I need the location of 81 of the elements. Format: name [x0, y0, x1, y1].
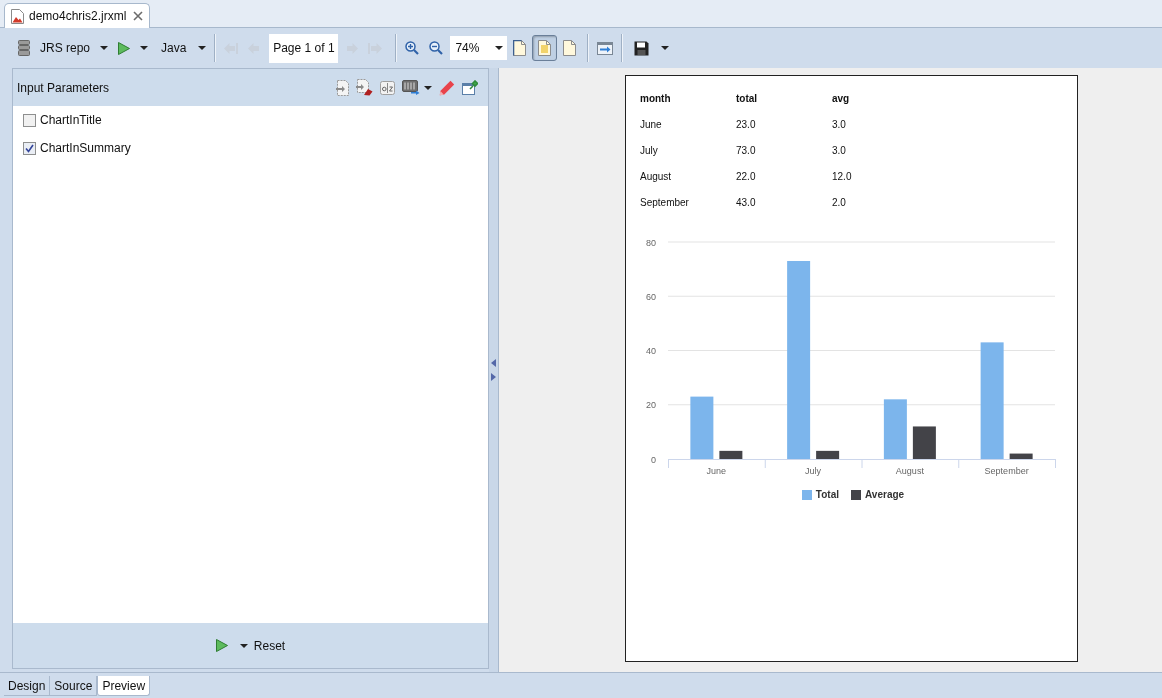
page-icon: [513, 40, 527, 56]
column-header: total: [736, 92, 758, 104]
table-cell: 2.0: [832, 196, 846, 208]
page-eraser-icon: [356, 79, 373, 96]
edit-button[interactable]: [437, 78, 457, 97]
axis-category-label: July: [805, 465, 822, 476]
axis-category-label: August: [895, 465, 924, 476]
close-icon[interactable]: [133, 11, 144, 21]
table-cell: 43.0: [736, 196, 756, 208]
editor-tab[interactable]: demo4chris2.jrxml: [4, 3, 151, 28]
table-cell: 73.0: [736, 144, 756, 156]
sort-button[interactable]: [378, 79, 397, 96]
caret-icon: [239, 643, 248, 648]
page-arrow-icon: [336, 79, 349, 96]
checkbox-label[interactable]: ChartInTitle: [40, 113, 102, 127]
pencil-icon: [439, 79, 455, 96]
zoom-out-icon: [429, 41, 444, 55]
legend-label[interactable]: Total: [815, 489, 839, 500]
zoom-combo[interactable]: 74%: [450, 36, 508, 60]
checkmark-icon: [25, 143, 34, 153]
editor-tab-title: demo4chris2.jrxml: [29, 9, 127, 23]
editor-mode-tab[interactable]: Design: [4, 676, 51, 696]
chart-bar: [912, 426, 936, 459]
import-button[interactable]: [334, 78, 351, 97]
table-cell: July: [640, 144, 658, 156]
caret-icon: [495, 46, 504, 50]
page-icon: [563, 40, 577, 56]
page-field[interactable]: Page 1 of 1: [269, 33, 339, 63]
document-icon: [11, 8, 24, 24]
panel-title: Input Parameters: [17, 80, 110, 95]
chart-bar: [883, 399, 907, 459]
chart-bar: [719, 450, 743, 459]
clear-button[interactable]: [354, 78, 375, 97]
sort-icon: [380, 80, 395, 95]
zoom-in-icon: [405, 41, 420, 55]
database-icon: [18, 40, 30, 56]
table-cell: 3.0: [832, 118, 846, 130]
table-cell: September: [640, 196, 689, 208]
axis-tick-label: 60: [646, 291, 656, 302]
axis-category-label: June: [706, 465, 727, 476]
view-mode-button[interactable]: [532, 35, 558, 61]
reset-button[interactable]: Reset: [251, 636, 288, 655]
table-cell: 12.0: [832, 170, 852, 182]
chart-bar: [1009, 453, 1033, 459]
table-cell: 22.0: [736, 170, 756, 182]
column-header: month: [640, 92, 671, 104]
export-icon: [597, 41, 614, 55]
window-pin-icon: [462, 80, 478, 95]
chart-bar: [816, 450, 840, 459]
caret-icon: [424, 85, 432, 90]
caret-icon: [100, 46, 109, 50]
checkbox[interactable]: [23, 113, 36, 127]
caret-icon: [140, 46, 149, 50]
chart-bar: [690, 396, 714, 459]
left-arrow-icon[interactable]: [491, 359, 496, 367]
right-arrow-icon[interactable]: [491, 373, 496, 381]
table-cell: 3.0: [832, 144, 846, 156]
play-icon: [118, 41, 131, 55]
language-dropdown[interactable]: Java: [158, 35, 210, 61]
parameters-layout-dropdown[interactable]: [400, 79, 434, 96]
save-icon: [634, 40, 650, 56]
axis-tick-label: 20: [646, 400, 656, 411]
editor-mode-tab[interactable]: Preview: [97, 676, 151, 696]
table-cell: 23.0: [736, 118, 756, 130]
legend-label[interactable]: Average: [865, 489, 905, 500]
caret-icon: [661, 46, 670, 50]
pin-button[interactable]: [460, 79, 480, 96]
axis-tick-label: 40: [646, 346, 656, 356]
axis-tick-label: 0: [651, 454, 656, 465]
run-button[interactable]: [213, 637, 230, 654]
column-header: avg: [832, 92, 850, 104]
axis-tick-label: 80: [646, 237, 656, 248]
repository-dropdown[interactable]: JRS repo: [14, 35, 113, 61]
table-cell: June: [640, 118, 662, 130]
table-cell: August: [640, 170, 672, 182]
checkbox-label[interactable]: ChartInSummary: [40, 141, 131, 155]
axis-category-label: September: [984, 465, 1029, 476]
checkbox[interactable]: [23, 141, 36, 155]
caret-icon: [198, 46, 207, 50]
play-icon: [215, 639, 228, 652]
page-icon: [538, 40, 552, 56]
